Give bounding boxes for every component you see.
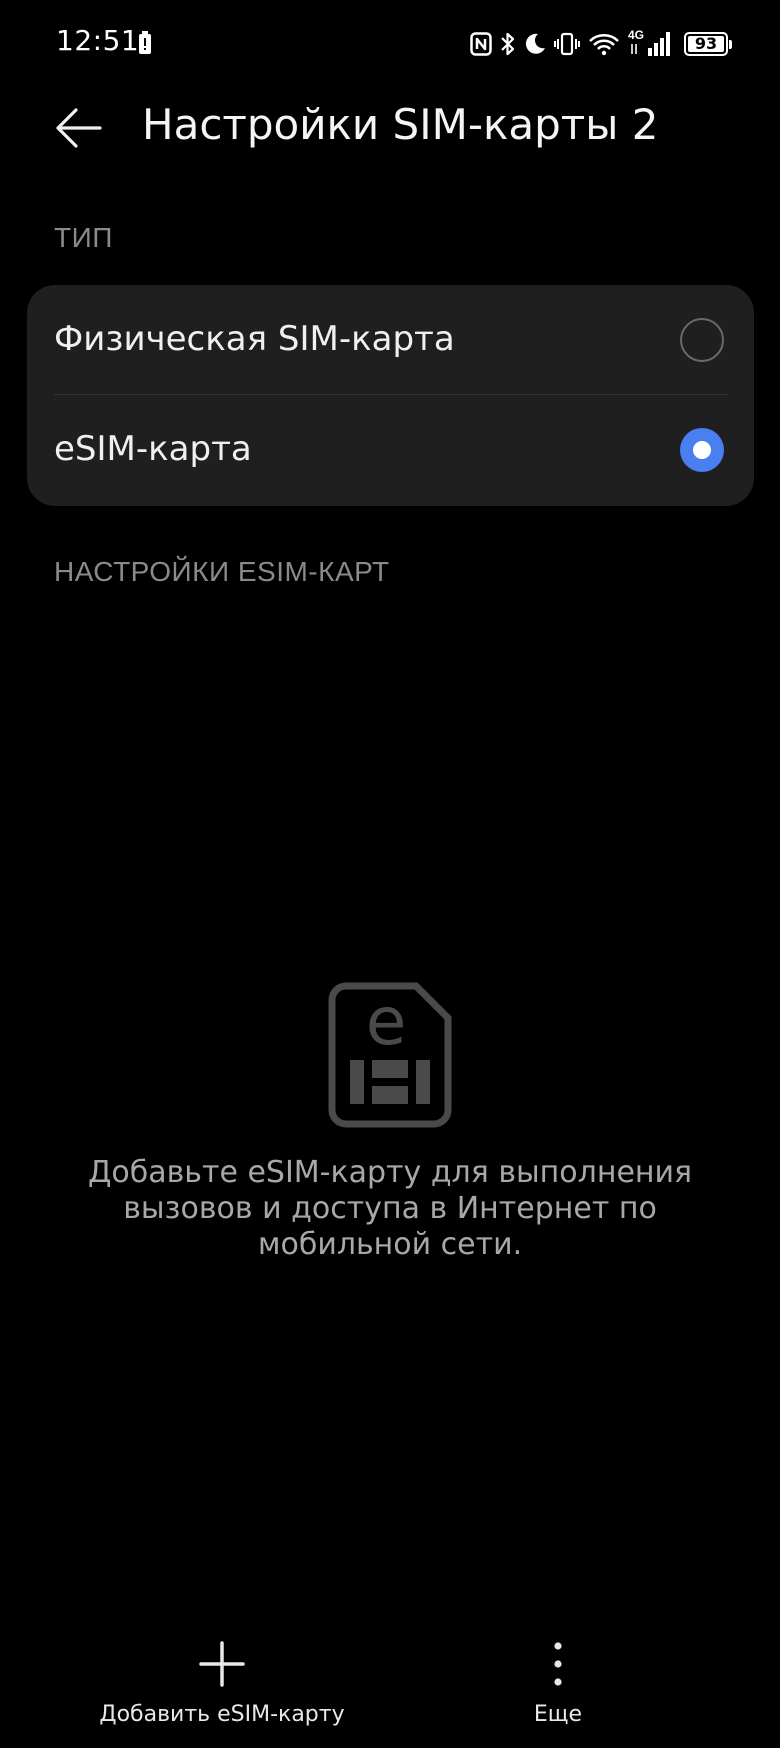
battery-saver-icon bbox=[139, 31, 151, 54]
section-label-type: ТИП bbox=[54, 222, 113, 253]
radio-button-selected[interactable] bbox=[680, 428, 724, 472]
status-icons: 4G 93 bbox=[470, 26, 732, 62]
sim-type-card: Физическая SIM-карта eSIM-карта bbox=[27, 285, 754, 506]
vibrate-icon bbox=[554, 32, 580, 56]
option-label: Физическая SIM-карта bbox=[54, 319, 455, 359]
do-not-disturb-icon bbox=[525, 33, 545, 54]
svg-text:e: e bbox=[366, 983, 407, 1060]
cellular-signal-icon: 4G bbox=[628, 28, 672, 58]
more-vertical-icon bbox=[554, 1642, 562, 1686]
esim-card-icon: e bbox=[328, 982, 452, 1128]
back-button[interactable] bbox=[46, 96, 110, 160]
nfc-icon bbox=[470, 32, 492, 56]
battery-icon: 93 bbox=[684, 32, 732, 56]
option-physical-sim[interactable]: Физическая SIM-карта bbox=[27, 285, 754, 395]
section-label-esim-settings: НАСТРОЙКИ ESIM-КАРТ bbox=[54, 556, 390, 587]
bluetooth-icon bbox=[501, 32, 515, 56]
add-esim-label: Добавить eSIM-карту bbox=[99, 1702, 345, 1727]
status-bar: 12:51 4G 93 bbox=[0, 0, 780, 86]
option-label: eSIM-карта bbox=[54, 429, 252, 469]
page-title: Настройки SIM-карты 2 bbox=[142, 100, 659, 149]
arrow-left-icon bbox=[56, 108, 102, 148]
option-esim[interactable]: eSIM-карта bbox=[27, 395, 754, 505]
add-esim-button[interactable]: Добавить eSIM-карту bbox=[99, 1640, 345, 1740]
more-label: Еще bbox=[533, 1702, 583, 1727]
battery-level: 93 bbox=[688, 36, 724, 52]
empty-state-text: Добавьте eSIM-карту для выполнения вызов… bbox=[87, 1155, 693, 1262]
plus-icon bbox=[199, 1641, 245, 1687]
more-button[interactable]: Еще bbox=[508, 1640, 608, 1740]
wifi-icon bbox=[589, 34, 619, 56]
radio-button-unselected[interactable] bbox=[680, 318, 724, 362]
status-time: 12:51 bbox=[56, 24, 140, 57]
